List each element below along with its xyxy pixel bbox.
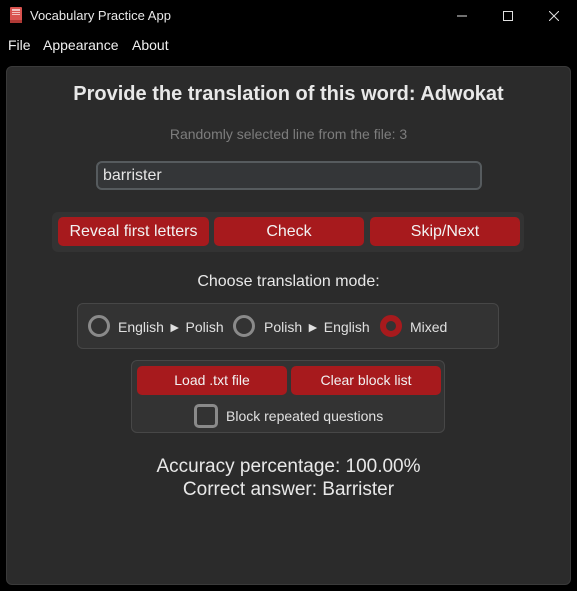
- maximize-button[interactable]: [485, 0, 531, 31]
- radio-mixed-label[interactable]: Mixed: [410, 319, 447, 335]
- menu-appearance[interactable]: Appearance: [43, 37, 119, 53]
- prompt-heading: Provide the translation of this word: Ad…: [7, 83, 570, 106]
- window-title: Vocabulary Practice App: [30, 8, 171, 23]
- block-repeated-label[interactable]: Block repeated questions: [226, 408, 383, 424]
- accuracy-text: Accuracy percentage: 100.00%: [156, 456, 421, 477]
- close-button[interactable]: [531, 0, 577, 31]
- mode-label: Choose translation mode:: [197, 273, 380, 290]
- action-button-frame: Reveal first letters Check Skip/Next: [52, 212, 524, 252]
- menu-bar: File Appearance About: [0, 31, 577, 60]
- radio-mixed[interactable]: [380, 315, 402, 337]
- mode-frame: English ► Polish Polish ► English Mixed: [77, 303, 499, 349]
- maximize-icon: [503, 10, 513, 21]
- menu-file[interactable]: File: [8, 37, 31, 53]
- radio-polish-english[interactable]: [233, 315, 255, 337]
- radio-polish-english-label[interactable]: Polish ► English: [264, 319, 370, 335]
- prompt-word: Adwokat: [420, 83, 504, 105]
- correct-answer-text: Correct answer: Barrister: [182, 479, 395, 500]
- block-repeated-checkbox[interactable]: [194, 404, 218, 428]
- menu-about[interactable]: About: [132, 37, 169, 53]
- prompt-prefix: Provide the translation of this word:: [73, 83, 416, 105]
- clear-block-list-button[interactable]: Clear block list: [291, 366, 441, 395]
- minimize-icon: [457, 15, 467, 16]
- file-frame: Load .txt file Clear block list Block re…: [131, 360, 445, 433]
- title-bar: Vocabulary Practice App: [0, 0, 577, 31]
- check-button[interactable]: Check: [214, 217, 364, 246]
- reveal-button[interactable]: Reveal first letters: [58, 217, 209, 246]
- minimize-button[interactable]: [439, 0, 485, 31]
- book-icon: [10, 7, 22, 23]
- answer-input[interactable]: [96, 161, 482, 190]
- skip-next-button[interactable]: Skip/Next: [370, 217, 520, 246]
- load-file-button[interactable]: Load .txt file: [137, 366, 287, 395]
- line-info: Randomly selected line from the file: 3: [169, 126, 408, 142]
- radio-english-polish[interactable]: [88, 315, 110, 337]
- radio-english-polish-label[interactable]: English ► Polish: [118, 319, 224, 335]
- close-icon: [549, 10, 559, 21]
- main-panel: Provide the translation of this word: Ad…: [6, 66, 571, 585]
